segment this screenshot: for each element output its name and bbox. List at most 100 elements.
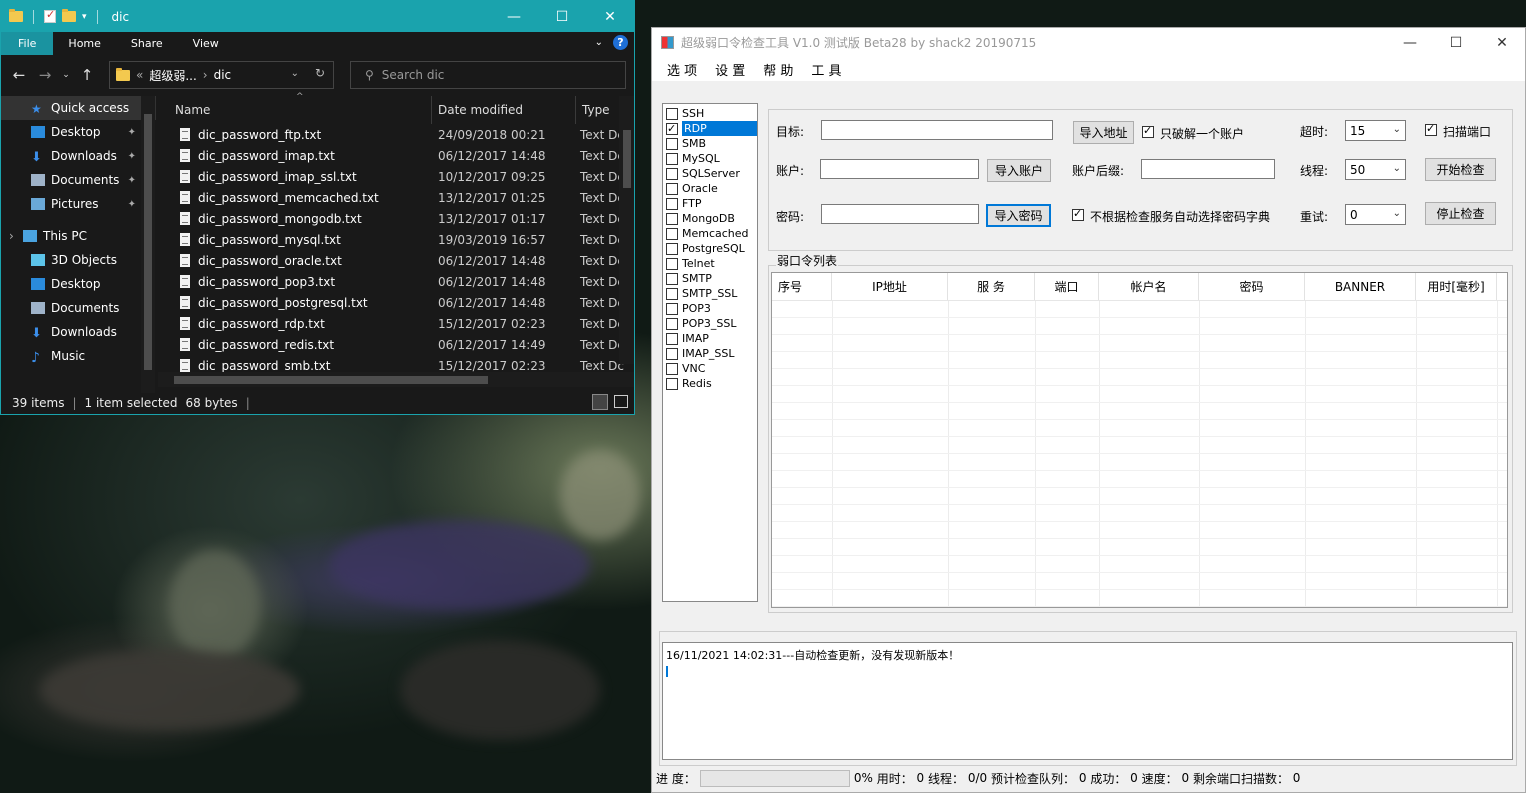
back-icon[interactable]: ← [9,66,29,84]
file-list-vscrollbar[interactable] [619,96,634,364]
service-item[interactable]: Redis [663,376,757,391]
crack-one-account-checkbox[interactable] [1142,124,1154,138]
close-button[interactable]: ✕ [1479,28,1525,57]
file-row[interactable]: dic_password_ftp.txt 24/09/2018 00:21 Text… [158,124,634,145]
column-account[interactable]: 帐户名 [1099,273,1199,300]
new-folder-icon[interactable] [62,9,76,22]
column-name[interactable]: Name [158,96,432,124]
service-item[interactable]: POP3 [663,301,757,316]
service-item[interactable]: IMAP [663,331,757,346]
expand-icon[interactable]: › [9,229,14,243]
service-checkbox[interactable] [666,347,678,360]
address-bar[interactable]: « 超级弱... › dic ⌄ ↻ [109,61,334,89]
nav-item[interactable]: Pictures ✦ [1,192,156,216]
service-item[interactable]: RDP [663,121,757,136]
service-item[interactable]: Telnet [663,256,757,271]
service-checkbox[interactable] [666,242,678,255]
minimize-button[interactable]: — [490,1,538,32]
service-item[interactable]: SSH [663,106,757,121]
search-input[interactable]: ⚲ Search dic [350,61,626,89]
service-checkbox[interactable] [666,287,678,300]
file-row[interactable]: dic_password_rdp.txt 15/12/2017 02:23 Text… [158,313,634,334]
results-table[interactable]: 序号 IP地址 服 务 端口 帐户名 密码 BANNER 用时[毫秒] [771,272,1508,608]
column-port[interactable]: 端口 [1035,273,1099,300]
service-item[interactable]: MySQL [663,151,757,166]
no-auto-dictionary-checkbox[interactable] [1072,207,1084,221]
tab-view[interactable]: View [178,32,234,55]
customize-quick-access-icon[interactable]: ▾ [82,12,87,22]
start-check-button[interactable]: 开始检查 [1425,158,1496,181]
maximize-button[interactable]: ☐ [1433,28,1479,57]
forward-icon[interactable]: → [35,66,55,84]
service-checkbox[interactable] [666,197,678,210]
password-input[interactable] [821,204,979,224]
column-index[interactable]: 序号 [772,273,832,300]
refresh-icon[interactable]: ↻ [315,66,325,80]
column-date-modified[interactable]: Date modified [432,96,576,124]
nav-item[interactable]: ⬇ Downloads ✦ [1,144,156,168]
account-suffix-input[interactable] [1141,159,1275,179]
target-input[interactable] [821,120,1053,140]
service-item[interactable]: MongoDB [663,211,757,226]
service-checkbox[interactable] [666,121,678,136]
service-checkbox[interactable] [666,227,678,240]
menu-help[interactable]: 帮 助 [763,60,793,79]
service-checkbox[interactable] [666,182,678,195]
menu-settings[interactable]: 设 置 [715,60,745,79]
service-item[interactable]: SMTP [663,271,757,286]
file-row[interactable]: dic_password_mysql.txt 19/03/2019 16:57 Te… [158,229,634,250]
file-row[interactable]: dic_password_redis.txt 06/12/2017 14:49 Te… [158,334,634,355]
service-item[interactable]: Memcached [663,226,757,241]
service-item[interactable]: PostgreSQL [663,241,757,256]
service-checkbox[interactable] [666,107,678,120]
service-checkbox[interactable] [666,152,678,165]
chevron-down-icon[interactable]: ⌄ [291,68,299,79]
column-banner[interactable]: BANNER [1305,273,1416,300]
import-address-button[interactable]: 导入地址 [1073,121,1134,144]
breadcrumb-parent[interactable]: 超级弱... [149,67,196,84]
nav-item[interactable]: Desktop ✦ [1,120,156,144]
nav-item[interactable]: ♪ Music [1,344,156,368]
service-item[interactable]: Oracle [663,181,757,196]
details-view-icon[interactable] [592,394,608,410]
threads-select[interactable]: 50 ⌄ [1345,159,1406,180]
service-item[interactable]: SMTP_SSL [663,286,757,301]
column-service[interactable]: 服 务 [948,273,1035,300]
nav-item[interactable]: › This PC [1,224,156,248]
log-textarea[interactable]: 16/11/2021 14:02:31---自动检查更新，没有发现新版本！ [662,642,1513,760]
file-row[interactable]: dic_password_oracle.txt 06/12/2017 14:48 T… [158,250,634,271]
nav-item[interactable]: Documents [1,296,156,320]
nav-scrollbar[interactable] [141,96,155,393]
recent-locations-icon[interactable]: ⌄ [61,70,71,80]
nav-item[interactable]: ⬇ Downloads [1,320,156,344]
timeout-select[interactable]: 15 ⌄ [1345,120,1406,141]
import-password-button[interactable]: 导入密码 [986,204,1051,227]
file-row[interactable]: dic_password_imap.txt 06/12/2017 14:48 Tex… [158,145,634,166]
service-item[interactable]: SQLServer [663,166,757,181]
menu-options[interactable]: 选 项 [667,60,697,79]
help-icon[interactable]: ? [613,35,628,50]
minimize-button[interactable]: — [1387,28,1433,57]
service-item[interactable]: SMB [663,136,757,151]
service-item[interactable]: FTP [663,196,757,211]
retry-select[interactable]: 0 ⌄ [1345,204,1406,225]
scan-port-checkbox[interactable] [1425,122,1437,136]
file-row[interactable]: dic_password_imap_ssl.txt 10/12/2017 09:2… [158,166,634,187]
nav-item[interactable]: 3D Objects [1,248,156,272]
close-button[interactable]: ✕ [586,1,634,32]
column-time-ms[interactable]: 用时[毫秒] [1416,273,1497,300]
stop-check-button[interactable]: 停止检查 [1425,202,1496,225]
service-checkbox[interactable] [666,257,678,270]
properties-icon[interactable] [44,8,56,23]
large-icons-view-icon[interactable] [614,395,628,408]
nav-item[interactable]: ★ Quick access [1,96,156,120]
file-row[interactable]: dic_password_memcached.txt 13/12/2017 01:… [158,187,634,208]
service-checkbox[interactable] [666,212,678,225]
column-ip[interactable]: IP地址 [832,273,948,300]
service-checkbox[interactable] [666,317,678,330]
account-input[interactable] [820,159,979,179]
file-row[interactable]: dic_password_postgresql.txt 06/12/2017 14… [158,292,634,313]
breadcrumb-overflow[interactable]: « [136,68,143,82]
column-password[interactable]: 密码 [1199,273,1305,300]
service-checkbox[interactable] [666,362,678,375]
